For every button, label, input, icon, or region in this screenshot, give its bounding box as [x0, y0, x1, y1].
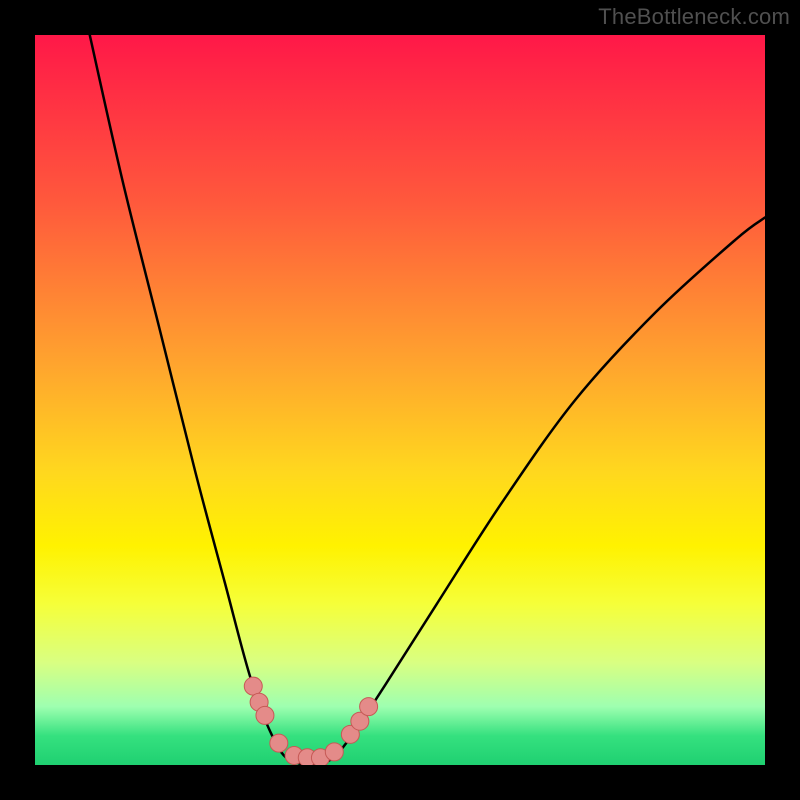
gradient-background: [35, 35, 765, 765]
watermark-text: TheBottleneck.com: [598, 4, 790, 30]
chart-frame: TheBottleneck.com: [0, 0, 800, 800]
plot-area: [35, 35, 765, 765]
